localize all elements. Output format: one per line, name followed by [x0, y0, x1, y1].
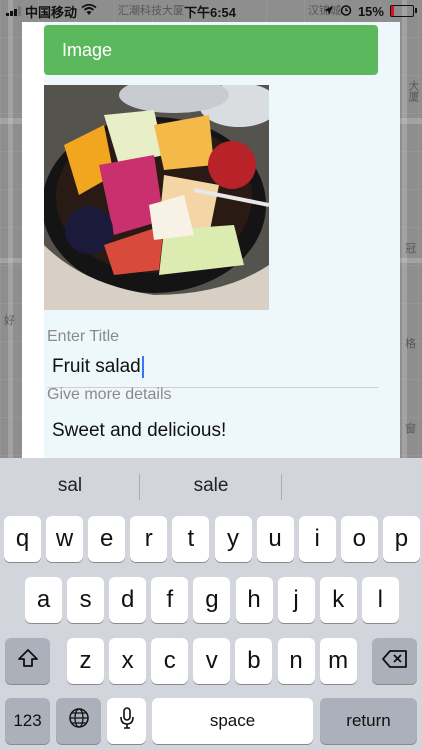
key-f[interactable]: f [151, 577, 189, 623]
key-n[interactable]: n [277, 638, 315, 684]
map-label: 好 [4, 315, 15, 327]
form-area: Image Enter Title Fruit salad Give more … [44, 22, 400, 458]
map-label: 格 [405, 338, 416, 350]
numbers-key[interactable]: 123 [5, 698, 50, 744]
key-i[interactable]: i [298, 516, 336, 562]
delete-icon [381, 647, 408, 675]
wifi-icon [81, 3, 97, 19]
fruit-salad-photo[interactable] [44, 85, 269, 310]
signal-icon [6, 6, 21, 16]
key-u[interactable]: u [256, 516, 294, 562]
microphone-key[interactable] [107, 698, 146, 744]
form-sheet: Image Enter Title Fruit salad Give more … [22, 22, 400, 458]
location-arrow-icon [323, 4, 334, 19]
globe-icon [68, 707, 90, 736]
key-a[interactable]: a [25, 577, 62, 623]
text-caret [141, 356, 144, 378]
key-j[interactable]: j [277, 577, 315, 623]
key-g[interactable]: g [193, 577, 231, 623]
status-bar: 中国移动 下午6:54 15% [0, 0, 422, 22]
title-input[interactable]: Fruit salad [52, 352, 378, 382]
key-p[interactable]: p [382, 516, 420, 562]
map-label: 窗 [405, 423, 416, 435]
return-key[interactable]: return [320, 698, 417, 744]
status-time: 下午6:54 [183, 4, 236, 20]
details-label: Give more details [47, 386, 172, 403]
key-o[interactable]: o [340, 516, 378, 562]
key-s[interactable]: s [67, 577, 105, 623]
suggestion-item[interactable]: sal [0, 458, 140, 514]
delete-key[interactable] [372, 638, 417, 684]
key-m[interactable]: m [319, 638, 357, 684]
key-w[interactable]: w [46, 516, 84, 562]
suggestion-item[interactable] [282, 458, 422, 514]
key-d[interactable]: d [109, 577, 147, 623]
battery-icon [389, 5, 417, 17]
image-button[interactable]: Image [44, 25, 378, 75]
title-value: Fruit salad [52, 356, 141, 377]
key-z[interactable]: z [67, 638, 104, 684]
map-label: 大厦 [407, 80, 419, 102]
battery-percent: 15% [357, 3, 384, 19]
suggestion-divider [139, 474, 140, 500]
shift-key[interactable] [5, 638, 50, 684]
key-t[interactable]: t [172, 516, 210, 562]
suggestion-item[interactable]: sale [141, 458, 281, 514]
key-r[interactable]: r [130, 516, 168, 562]
key-c[interactable]: c [151, 638, 189, 684]
shift-icon [17, 647, 39, 675]
key-q[interactable]: q [4, 516, 41, 562]
space-key[interactable]: space [152, 698, 313, 744]
key-b[interactable]: b [235, 638, 273, 684]
key-l[interactable]: l [361, 577, 399, 623]
title-label: Enter Title [47, 328, 120, 345]
carrier-name: 中国移动 [25, 4, 78, 20]
suggestion-bar: sal sale [0, 458, 422, 514]
key-y[interactable]: y [214, 516, 252, 562]
key-h[interactable]: h [235, 577, 273, 623]
key-x[interactable]: x [109, 638, 147, 684]
globe-key[interactable] [56, 698, 101, 744]
details-value: Sweet and delicious! [52, 420, 227, 441]
key-k[interactable]: k [319, 577, 357, 623]
key-v[interactable]: v [193, 638, 231, 684]
details-input[interactable]: Sweet and delicious! [52, 420, 378, 446]
map-label: 冠 [405, 243, 416, 255]
microphone-icon [119, 706, 135, 737]
alarm-icon [340, 4, 352, 19]
keyboard: sal sale 123 space return qwertyuiop asdf… [0, 458, 422, 750]
key-e[interactable]: e [88, 516, 126, 562]
